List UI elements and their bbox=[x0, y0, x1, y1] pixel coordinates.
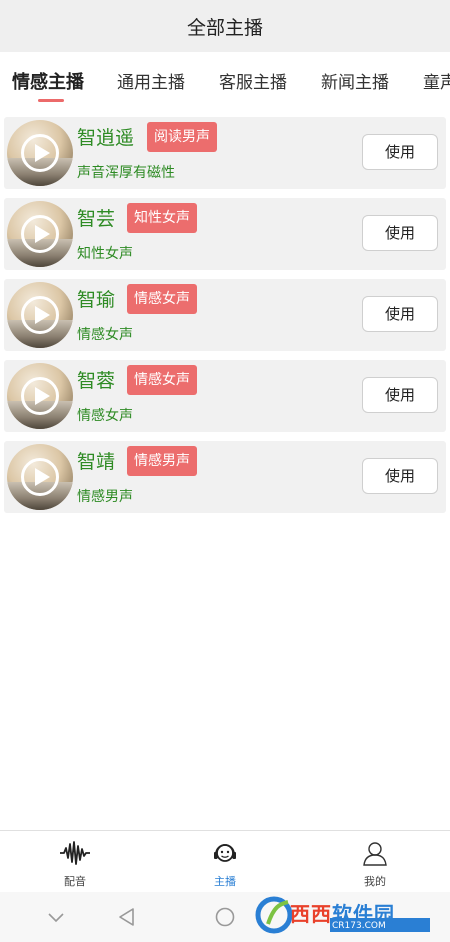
anchor-tag-badge: 知性女声 bbox=[127, 203, 197, 233]
anchor-description: 情感男声 bbox=[77, 489, 133, 505]
use-button[interactable]: 使用 bbox=[362, 134, 438, 170]
tab-emotion[interactable]: 情感主播 bbox=[12, 68, 84, 94]
anchor-description: 声音浑厚有磁性 bbox=[77, 165, 175, 181]
user-icon bbox=[330, 839, 420, 867]
anchor-description: 情感女声 bbox=[77, 327, 133, 343]
anchor-tag-badge: 情感男声 bbox=[127, 446, 197, 476]
anchor-tag-badge: 情感女声 bbox=[127, 365, 197, 395]
tab-indicator bbox=[38, 99, 64, 102]
anchor-name: 智瑜 bbox=[77, 289, 116, 311]
anchor-avatar[interactable] bbox=[7, 363, 73, 429]
nav-dubbing[interactable]: 配音 bbox=[30, 839, 120, 889]
nav-label: 配音 bbox=[64, 875, 86, 888]
anchor-card[interactable]: 智靖 情感男声 情感男声 使用 bbox=[4, 441, 446, 513]
page-title: 全部主播 bbox=[186, 16, 263, 39]
tab-general[interactable]: 通用主播 bbox=[117, 68, 185, 93]
headset-icon bbox=[180, 839, 270, 867]
nav-label: 我的 bbox=[364, 875, 386, 888]
anchor-avatar[interactable] bbox=[7, 282, 73, 348]
title-bar: 全部主播 bbox=[0, 0, 450, 52]
anchor-avatar[interactable] bbox=[7, 120, 73, 186]
play-icon[interactable] bbox=[21, 458, 59, 496]
use-button[interactable]: 使用 bbox=[362, 215, 438, 251]
use-button[interactable]: 使用 bbox=[362, 377, 438, 413]
tab-child[interactable]: 童声 bbox=[423, 68, 450, 93]
play-icon[interactable] bbox=[21, 377, 59, 415]
anchor-avatar[interactable] bbox=[7, 201, 73, 267]
category-tabs: 情感主播 通用主播 客服主播 新闻主播 童声 bbox=[0, 52, 450, 108]
anchor-card[interactable]: 智蓉 情感女声 情感女声 使用 bbox=[4, 360, 446, 432]
bottom-nav: 配音 主播 我的 bbox=[0, 830, 450, 892]
back-triangle-icon[interactable] bbox=[116, 906, 138, 932]
anchor-name: 智逍遥 bbox=[77, 127, 135, 149]
anchor-card[interactable]: 智逍遥 阅读男声 声音浑厚有磁性 使用 bbox=[4, 117, 446, 189]
nav-label: 主播 bbox=[214, 875, 236, 888]
play-icon[interactable] bbox=[21, 296, 59, 334]
anchor-avatar[interactable] bbox=[7, 444, 73, 510]
watermark-url: CR173.COM bbox=[332, 921, 386, 931]
anchor-name: 智靖 bbox=[77, 451, 116, 473]
anchor-tag-badge: 阅读男声 bbox=[147, 122, 217, 152]
tab-news[interactable]: 新闻主播 bbox=[321, 68, 389, 93]
chevron-down-icon[interactable] bbox=[45, 906, 67, 932]
waveform-icon bbox=[30, 839, 120, 867]
use-button[interactable]: 使用 bbox=[362, 458, 438, 494]
play-icon[interactable] bbox=[21, 134, 59, 172]
anchor-name: 智芸 bbox=[77, 208, 116, 230]
anchor-tag-badge: 情感女声 bbox=[127, 284, 197, 314]
nav-anchors[interactable]: 主播 bbox=[180, 839, 270, 889]
use-button[interactable]: 使用 bbox=[362, 296, 438, 332]
anchor-card[interactable]: 智瑜 情感女声 情感女声 使用 bbox=[4, 279, 446, 351]
anchor-card[interactable]: 智芸 知性女声 知性女声 使用 bbox=[4, 198, 446, 270]
anchor-description: 知性女声 bbox=[77, 246, 133, 262]
home-circle-icon[interactable] bbox=[214, 906, 236, 932]
anchor-name: 智蓉 bbox=[77, 370, 116, 392]
tab-customer-service[interactable]: 客服主播 bbox=[219, 68, 287, 93]
nav-mine[interactable]: 我的 bbox=[330, 839, 420, 889]
anchor-description: 情感女声 bbox=[77, 408, 133, 424]
play-icon[interactable] bbox=[21, 215, 59, 253]
